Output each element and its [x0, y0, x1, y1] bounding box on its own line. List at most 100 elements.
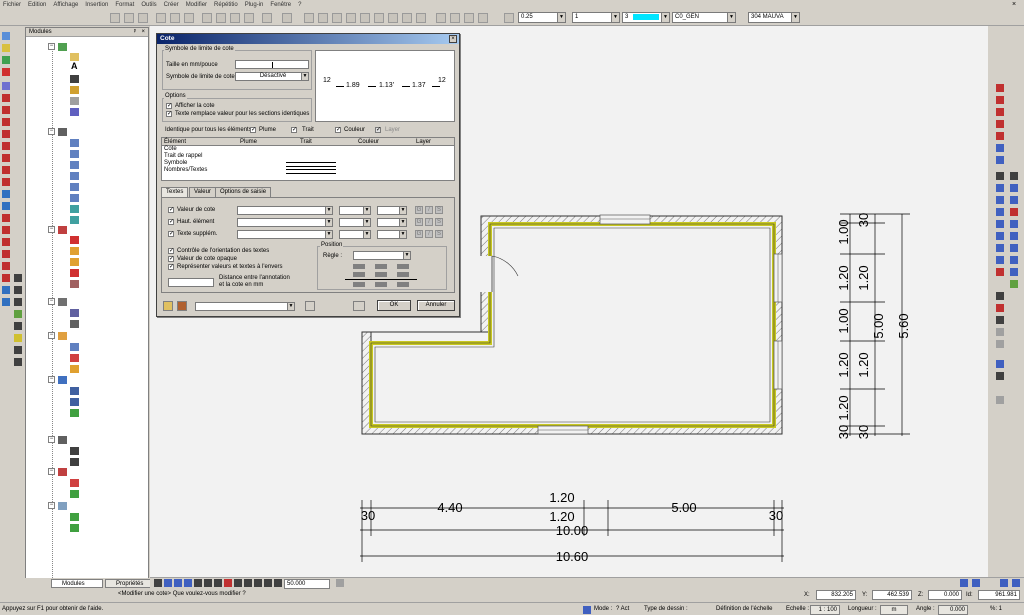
tool-icon[interactable] [996, 156, 1004, 164]
tab-modules[interactable]: Modules [51, 579, 103, 588]
height-font-select[interactable]: ▼ [237, 218, 333, 227]
table-row[interactable]: Symbole [164, 160, 187, 167]
dim-v-100-a[interactable]: 1.00 [836, 219, 851, 244]
module-icon[interactable] [70, 343, 79, 351]
module-icon[interactable] [70, 490, 79, 498]
list-icon[interactable] [353, 301, 365, 311]
italic-icon[interactable]: / [425, 230, 433, 238]
table-row[interactable]: Nombres/Textes [164, 167, 207, 174]
tool-icon[interactable] [996, 120, 1004, 128]
zoom-window-icon[interactable] [184, 579, 192, 587]
x-field[interactable]: 832.205 [816, 590, 856, 600]
tool-icon[interactable] [996, 196, 1004, 204]
angle-field[interactable]: 0.000 [938, 605, 968, 615]
expand-icon[interactable]: − [48, 128, 55, 135]
snap-icon[interactable] [14, 334, 22, 342]
module-icon[interactable] [70, 53, 79, 61]
tool-icon[interactable] [1010, 256, 1018, 264]
expand-icon[interactable]: − [48, 502, 55, 509]
dim-h-30-left[interactable]: 30 [361, 508, 375, 523]
dim-v-120-b[interactable]: 1.20 [856, 265, 871, 290]
expand-icon[interactable]: − [48, 226, 55, 233]
module-group-icon[interactable] [58, 436, 67, 444]
tool-icon[interactable] [996, 232, 1004, 240]
tool-icon[interactable] [996, 184, 1004, 192]
dim-h-120-bot[interactable]: 1.20 [549, 509, 574, 524]
tab-input-options[interactable]: Options de saisie [215, 187, 272, 197]
position-icon[interactable] [353, 264, 365, 269]
distance-input[interactable] [168, 278, 214, 287]
tool-icon[interactable] [996, 108, 1004, 116]
extra-s-button[interactable]: S [435, 230, 443, 238]
menu-item[interactable]: Insertion [85, 2, 108, 8]
pen-select[interactable]: 0.25 ▼ [518, 12, 566, 23]
tool-icon[interactable] [1010, 232, 1018, 240]
module-icon[interactable] [70, 247, 79, 255]
tool-icon[interactable] [2, 44, 10, 52]
extra-size-select[interactable]: ▼ [339, 230, 371, 239]
module-group-icon[interactable] [58, 332, 67, 340]
module-icon[interactable] [70, 205, 79, 213]
position-icon[interactable] [397, 282, 409, 287]
tool-icon[interactable] [996, 372, 1004, 380]
close-icon[interactable]: × [141, 28, 145, 37]
scale-definition[interactable]: Définition de l'échelle [716, 604, 773, 614]
column-header[interactable]: Layer [416, 138, 431, 146]
module-icon[interactable] [70, 172, 79, 180]
height-g-button[interactable]: G [415, 218, 423, 226]
height-checkbox[interactable]: ✓ [168, 219, 174, 225]
dim-v-560[interactable]: 5.60 [896, 313, 911, 338]
snap-icon[interactable] [14, 346, 22, 354]
column-header[interactable]: Couleur [358, 138, 379, 146]
dim-h-30-right[interactable]: 30 [769, 508, 783, 523]
zoom-in-icon[interactable] [164, 579, 172, 587]
tool-icon[interactable] [1010, 220, 1018, 228]
dim-v-500[interactable]: 5.00 [871, 313, 886, 338]
tool-icon[interactable] [996, 256, 1004, 264]
position-icon[interactable] [397, 264, 409, 269]
module-icon[interactable] [70, 269, 79, 277]
module-icon[interactable] [70, 409, 79, 417]
module-group-icon[interactable] [58, 43, 67, 51]
ok-button[interactable]: OK [377, 300, 411, 311]
replace-text-checkbox[interactable]: ✓ [166, 111, 172, 117]
nav-icon[interactable] [224, 579, 232, 587]
module-icon[interactable] [70, 479, 79, 487]
position-icon[interactable] [353, 282, 365, 287]
folder-icon[interactable] [163, 301, 173, 311]
tool-icon[interactable] [996, 84, 1004, 92]
module-icon[interactable] [70, 216, 79, 224]
text-module-icon[interactable]: A [71, 62, 78, 71]
tool-icon[interactable] [332, 13, 342, 23]
expand-icon[interactable]: − [48, 298, 55, 305]
module-icon[interactable] [70, 194, 79, 202]
pan-icon[interactable] [154, 579, 162, 587]
module-group-icon[interactable] [58, 376, 67, 384]
height-style-select[interactable]: ▼ [377, 218, 407, 227]
save-icon[interactable] [138, 13, 148, 23]
tool-icon[interactable] [996, 244, 1004, 252]
expand-icon[interactable]: − [48, 376, 55, 383]
tool-icon[interactable] [2, 130, 10, 138]
identical-line-checkbox[interactable]: ✓ [291, 127, 297, 133]
dim-h-1000[interactable]: 10.00 [556, 523, 589, 538]
search-icon[interactable] [70, 320, 79, 328]
format-painter-icon[interactable] [244, 13, 254, 23]
dim-v-30-b1[interactable]: 30 [836, 425, 851, 439]
menu-item[interactable]: Edition [28, 2, 46, 8]
menu-item[interactable]: Format [115, 2, 134, 8]
tool-icon[interactable] [374, 13, 384, 23]
dim-v-30-b2[interactable]: 30 [856, 425, 871, 439]
value-style-select[interactable]: ▼ [377, 206, 407, 215]
module-icon[interactable] [70, 447, 79, 455]
close-icon[interactable]: × [449, 35, 457, 43]
expand-icon[interactable]: − [48, 468, 55, 475]
column-header[interactable]: Plume [240, 138, 257, 146]
menu-item[interactable]: Modifier [186, 2, 207, 8]
tool-icon[interactable] [2, 202, 10, 210]
nav-icon[interactable] [234, 579, 242, 587]
position-icon[interactable] [375, 264, 387, 269]
window-icon[interactable] [1000, 579, 1008, 587]
tool-icon[interactable] [996, 340, 1004, 348]
position-icon[interactable] [397, 272, 409, 277]
